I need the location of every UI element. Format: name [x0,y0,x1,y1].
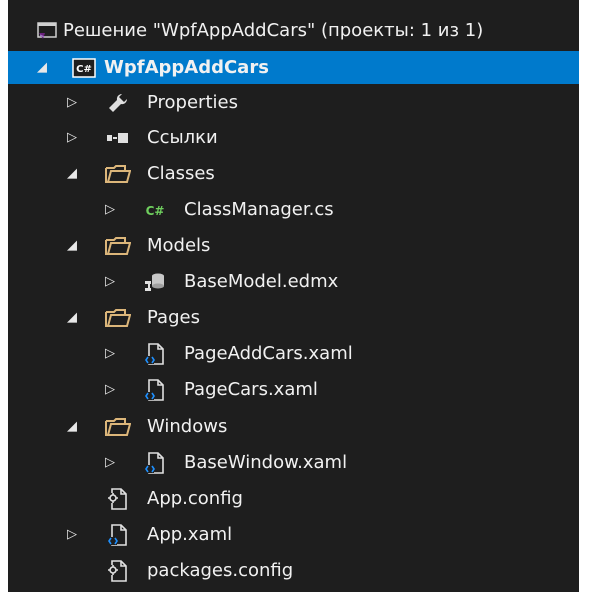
svg-text:C#: C# [146,204,165,218]
tree-item-label: Решение "WpfAppAddCars" (проекты: 1 из 1… [63,20,484,41]
tree-item-label: PageCars.xaml [184,379,318,400]
tree-item-appxaml[interactable]: ▷ App.xaml [8,518,579,551]
csharp-project-icon: C# [71,55,97,81]
tree-item-references[interactable]: ▷ Ссылки [8,121,579,154]
folder-icon [105,161,131,187]
tree-item-label: Ссылки [147,127,218,148]
tree-item-folder-pages[interactable]: ◢ Pages [8,301,579,334]
tree-item-label: packages.config [147,560,294,581]
collapsed-arrow-icon[interactable]: ▷ [101,265,119,298]
collapsed-arrow-icon[interactable]: ▷ [63,86,81,119]
folder-icon [105,233,131,259]
tree-item-label: BaseModel.edmx [184,271,339,292]
tree-item-pagecars[interactable]: ▷ PageCars.xaml [8,373,579,406]
expanded-arrow-icon[interactable]: ◢ [63,157,81,190]
tree-item-label: ClassManager.cs [184,199,334,220]
tree-item-label: Classes [147,163,215,184]
folder-icon [105,414,131,440]
expanded-arrow-icon[interactable]: ◢ [63,301,81,334]
expanded-arrow-icon[interactable]: ◢ [63,229,81,262]
tree-item-basemodel[interactable]: ▷ BaseModel.edmx [8,265,579,298]
xaml-file-icon [142,341,168,367]
collapsed-arrow-icon[interactable]: ▷ [63,121,81,154]
svg-text:C#: C# [76,64,92,75]
config-file-icon [105,486,131,512]
tree-item-label: WpfAppAddCars [104,57,269,78]
tree-item-folder-models[interactable]: ◢ Models [8,229,579,262]
solution-tree: Решение "WpfAppAddCars" (проекты: 1 из 1… [8,0,579,592]
folder-icon [105,305,131,331]
tree-item-pageaddcars[interactable]: ▷ PageAddCars.xaml [8,337,579,370]
edmx-file-icon [142,269,168,295]
tree-item-folder-classes[interactable]: ◢ Classes [8,157,579,190]
tree-item-label: BaseWindow.xaml [184,452,348,473]
solution-icon [34,18,60,44]
tree-item-label: Windows [147,416,228,437]
xaml-file-icon [105,522,131,548]
xaml-file-icon [142,377,168,403]
tree-item-label: Properties [147,92,238,113]
tree-item-label: PageAddCars.xaml [184,343,353,364]
tree-item-project[interactable]: ◢ C# WpfAppAddCars [8,51,579,84]
tree-item-label: App.config [147,488,243,509]
references-icon [105,125,131,151]
expanded-arrow-icon[interactable]: ◢ [63,410,81,443]
collapsed-arrow-icon[interactable]: ▷ [63,518,81,551]
collapsed-arrow-icon[interactable]: ▷ [101,193,119,226]
tree-item-label: Pages [147,307,200,328]
tree-item-label: Models [147,235,211,256]
tree-item-folder-windows[interactable]: ◢ Windows [8,410,579,443]
collapsed-arrow-icon[interactable]: ▷ [101,337,119,370]
tree-item-appconfig[interactable]: App.config [8,482,579,515]
tree-item-packagesconfig[interactable]: packages.config [8,554,579,587]
xaml-file-icon [142,450,168,476]
tree-item-properties[interactable]: ▷ Properties [8,86,579,119]
collapsed-arrow-icon[interactable]: ▷ [101,373,119,406]
csharp-file-icon: C# [142,197,168,223]
tree-item-solution[interactable]: Решение "WpfAppAddCars" (проекты: 1 из 1… [8,14,579,47]
tree-item-classmanager[interactable]: ▷ C# ClassManager.cs [8,193,579,226]
tree-item-label: App.xaml [147,524,233,545]
wrench-icon [105,90,131,116]
collapsed-arrow-icon[interactable]: ▷ [101,446,119,479]
config-file-icon [105,558,131,584]
expanded-arrow-icon[interactable]: ◢ [33,51,51,84]
solution-explorer: Решение "WpfAppAddCars" (проекты: 1 из 1… [8,0,579,592]
tree-item-basewindow[interactable]: ▷ BaseWindow.xaml [8,446,579,479]
